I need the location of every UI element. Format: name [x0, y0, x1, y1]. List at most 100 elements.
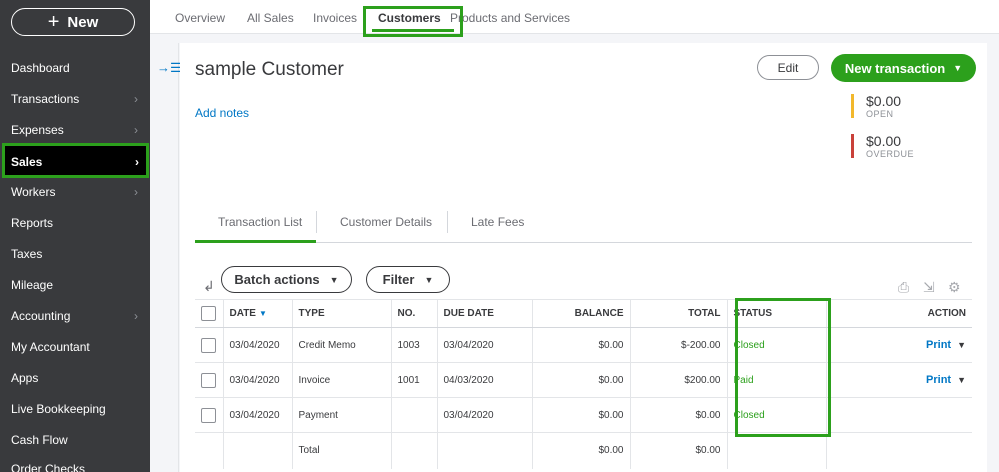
export-icon[interactable]: ⇲ [923, 279, 935, 296]
date-header-label: DATE [229, 308, 256, 319]
cell-status: Closed [727, 397, 827, 433]
transaction-table: DATE ▼ TYPE NO. DUE DATE BALANCE TOTAL ST… [195, 299, 972, 469]
cell-due-date: 03/04/2020 [437, 397, 533, 433]
sidebar-item-accounting[interactable]: Accounting › [0, 300, 150, 331]
tab-customers[interactable]: Customers [378, 11, 441, 25]
chevron-right-icon: › [134, 91, 138, 106]
caret-down-icon: ▼ [329, 274, 339, 285]
column-header-date[interactable]: DATE ▼ [223, 299, 293, 328]
total-empty-cell [437, 432, 533, 469]
sidebar-item-label: Accounting [11, 308, 71, 323]
sidebar-item-label: My Accountant [11, 339, 90, 354]
sidebar: + New Dashboard Transactions › Expenses › … [0, 0, 150, 472]
filter-button[interactable]: Filter ▼ [366, 266, 450, 293]
cell-date: 03/04/2020 [223, 397, 293, 433]
sidebar-item-taxes[interactable]: Taxes [0, 238, 150, 269]
tab-customer-details[interactable]: Customer Details [340, 215, 432, 229]
column-header-status[interactable]: STATUS [727, 299, 827, 328]
select-all-checkbox[interactable] [201, 306, 216, 321]
active-sub-tab-underline [195, 240, 316, 243]
sidebar-item-label: Reports [11, 215, 54, 230]
column-header-type[interactable]: TYPE [292, 299, 392, 328]
row-checkbox[interactable] [201, 337, 216, 353]
cell-action [826, 397, 972, 433]
column-header-balance[interactable]: BALANCE [532, 299, 631, 328]
sidebar-item-my-accountant[interactable]: My Accountant [0, 331, 150, 362]
row-checkbox[interactable] [201, 407, 216, 423]
add-notes-link[interactable]: Add notes [195, 106, 249, 120]
column-header-due-date[interactable]: DUE DATE [437, 299, 533, 328]
cell-balance: $0.00 [532, 327, 631, 363]
batch-actions-button[interactable]: Batch actions ▼ [221, 266, 352, 293]
total-label: Total [292, 432, 392, 469]
column-header-total[interactable]: TOTAL [630, 299, 728, 328]
sidebar-item-workers[interactable]: Workers › [0, 176, 150, 207]
sort-down-icon: ▼ [258, 309, 267, 318]
cell-due-date: 04/03/2020 [437, 362, 533, 398]
tab-all-sales[interactable]: All Sales [247, 11, 294, 25]
sidebar-item-dashboard[interactable]: Dashboard [0, 52, 150, 83]
tab-transaction-list[interactable]: Transaction List [218, 215, 302, 229]
sidebar-item-reports[interactable]: Reports [0, 207, 150, 238]
total-empty-cell [826, 433, 972, 469]
tab-overview[interactable]: Overview [175, 11, 225, 25]
row-select-cell [195, 397, 224, 433]
print-link[interactable]: Print [926, 374, 951, 386]
total-empty-cell [195, 432, 224, 469]
sidebar-item-label: Mileage [11, 277, 54, 292]
tab-separator [447, 211, 448, 233]
cell-date: 03/04/2020 [223, 327, 293, 363]
caret-down-icon[interactable]: ▼ [957, 340, 966, 350]
chevron-right-icon: › [134, 122, 138, 137]
edit-button[interactable]: Edit [757, 55, 819, 80]
row-select-cell [195, 362, 224, 398]
sidebar-item-label: Workers [11, 184, 56, 199]
expand-panel-icon[interactable]: →☰ [157, 60, 182, 76]
table-total-row: Total $0.00 $0.00 [195, 432, 972, 469]
sidebar-item-label: Transactions [11, 91, 80, 106]
sidebar-item-label: Live Bookkeeping [11, 401, 106, 416]
filter-label: Filter [382, 272, 415, 287]
panel-divider [178, 43, 179, 472]
caret-down-icon: ▼ [424, 274, 434, 285]
cell-balance: $0.00 [532, 397, 631, 433]
plus-icon: + [47, 11, 60, 33]
row-checkbox[interactable] [201, 372, 216, 388]
tab-products-and-services[interactable]: Products and Services [450, 11, 570, 25]
row-select-cell [195, 327, 224, 363]
sidebar-item-mileage[interactable]: Mileage [0, 269, 150, 300]
new-transaction-button[interactable]: New transaction ▼ [831, 54, 976, 82]
sidebar-item-label: Sales [11, 154, 43, 169]
sidebar-item-live-bookkeeping[interactable]: Live Bookkeeping [0, 393, 150, 424]
print-icon[interactable]: ⎙ [898, 279, 909, 296]
print-link[interactable]: Print [926, 339, 951, 351]
active-tab-underline [372, 29, 454, 32]
tab-invoices[interactable]: Invoices [313, 11, 357, 25]
gear-icon[interactable]: ⚙ [948, 279, 961, 296]
total-empty-cell [223, 432, 293, 469]
table-row[interactable]: 03/04/2020 Credit Memo 1003 03/04/2020 $… [195, 327, 972, 363]
sidebar-item-cash-flow[interactable]: Cash Flow [0, 424, 150, 455]
customer-name: sample Customer [195, 59, 344, 80]
cell-type: Payment [292, 397, 392, 433]
tab-late-fees[interactable]: Late Fees [471, 215, 524, 229]
total-balance: $0.00 [532, 432, 631, 469]
sidebar-item-apps[interactable]: Apps [0, 362, 150, 393]
cell-no [391, 397, 438, 433]
cell-type: Invoice [292, 362, 392, 398]
new-button[interactable]: + New [11, 8, 135, 36]
overdue-label: OVERDUE [866, 149, 915, 159]
caret-down-icon[interactable]: ▼ [957, 375, 966, 385]
sidebar-item-order-checks[interactable]: Order Checks [0, 453, 150, 472]
table-row[interactable]: 03/04/2020 Invoice 1001 04/03/2020 $0.00… [195, 362, 972, 398]
sidebar-item-sales[interactable]: Sales › [3, 146, 148, 177]
total-empty-cell [391, 432, 438, 469]
sidebar-item-transactions[interactable]: Transactions › [0, 83, 150, 114]
column-header-no[interactable]: NO. [391, 299, 438, 328]
cell-total: $200.00 [630, 362, 728, 398]
batch-actions-label: Batch actions [234, 272, 320, 287]
top-tab-bar: Overview All Sales Invoices Customers Pr… [150, 0, 999, 34]
table-row[interactable]: 03/04/2020 Payment 03/04/2020 $0.00 $0.0… [195, 397, 972, 433]
cell-total: $0.00 [630, 397, 728, 433]
sidebar-item-expenses[interactable]: Expenses › [0, 114, 150, 145]
